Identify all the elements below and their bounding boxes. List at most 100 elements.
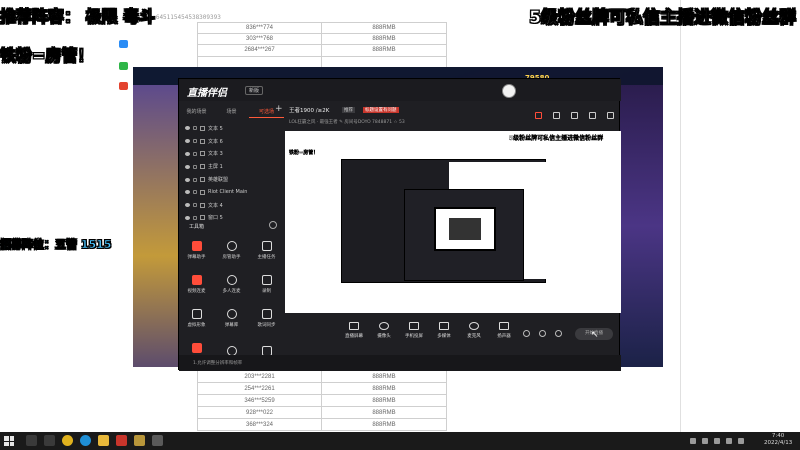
record-icon[interactable]: [523, 330, 530, 337]
app-icon[interactable]: [152, 435, 163, 446]
tool-item[interactable]: 歌词同步: [249, 303, 284, 333]
eye-icon[interactable]: [185, 190, 190, 195]
windows-start-icon[interactable]: [4, 436, 14, 446]
qq-icon[interactable]: [119, 40, 128, 48]
tool-item[interactable]: 虚拟形象: [179, 303, 214, 333]
recommend-tag[interactable]: 推荐: [342, 107, 355, 113]
scene-item[interactable]: Riot Client Main: [179, 186, 284, 199]
lock-icon[interactable]: [193, 215, 197, 220]
lock-icon[interactable]: [193, 203, 197, 208]
volume-icon[interactable]: [726, 438, 732, 444]
streamer-app-icon[interactable]: [116, 435, 127, 446]
tool-label: 多人连麦: [222, 288, 241, 294]
bell-icon[interactable]: [589, 112, 596, 119]
user-avatar[interactable]: [502, 84, 516, 98]
scene-item[interactable]: 文本 5: [179, 122, 284, 135]
microphone-icon: [469, 322, 479, 330]
tool-label: 录制: [262, 288, 271, 294]
edge-icon[interactable]: [80, 435, 91, 446]
tool-item[interactable]: 多人连麦: [214, 269, 249, 299]
toolbox-title: 工具箱: [189, 224, 205, 230]
source-controls: 直播屏幕 摄像头 手机投屏 多媒体 麦克风 扬声器: [341, 322, 517, 339]
wechat-icon[interactable]: [119, 62, 128, 70]
tool-item[interactable]: 主播任务: [249, 235, 284, 265]
add-scene-icon[interactable]: +: [275, 104, 283, 114]
control-phone[interactable]: 手机投屏: [401, 322, 427, 339]
tray-icon[interactable]: [702, 438, 708, 444]
eye-icon[interactable]: [185, 126, 190, 131]
control-label: 扬声器: [497, 334, 511, 339]
table-row: 928***022 888RMB: [197, 406, 447, 419]
scene-item[interactable]: 英雄联盟: [179, 173, 284, 186]
tab-scenes[interactable]: 场景: [214, 106, 249, 118]
search-icon[interactable]: [26, 435, 37, 446]
scene-item[interactable]: 文本 6: [179, 135, 284, 148]
taskbar-clock[interactable]: 7:40 2022/4/13: [764, 433, 792, 447]
layout-icon[interactable]: [539, 330, 546, 337]
eye-icon[interactable]: [185, 164, 190, 169]
lock-icon[interactable]: [193, 126, 197, 131]
title-warning-tag[interactable]: 标题设置有问题: [363, 107, 399, 113]
gift-icon[interactable]: [535, 112, 542, 119]
tool-icon: [191, 240, 202, 251]
prize-cell: [321, 55, 447, 68]
control-media[interactable]: 多媒体: [431, 322, 457, 339]
tool-item[interactable]: 房管助手: [214, 235, 249, 265]
scene-label: 主屏 1: [208, 164, 223, 171]
control-speaker[interactable]: 扬声器: [491, 322, 517, 339]
tool-icon: [226, 274, 237, 285]
control-mic[interactable]: 麦克风: [461, 322, 487, 339]
control-camera[interactable]: 摄像头: [371, 322, 397, 339]
overlay-fans: 铁粉=房管！: [0, 46, 94, 66]
share-icon[interactable]: [571, 112, 578, 119]
user-id-cell: 254***2261: [197, 382, 322, 395]
user-id-cell: 368***324: [197, 418, 322, 431]
eye-icon[interactable]: [185, 203, 190, 208]
scene-label: 文本 3: [208, 151, 223, 158]
eye-icon[interactable]: [185, 139, 190, 144]
overlay-lineup: 推荐阵容： 极限 毒斗: [0, 7, 156, 27]
gear-icon[interactable]: [555, 330, 562, 337]
tool-item[interactable]: 录制: [249, 269, 284, 299]
scene-item[interactable]: 文本 3: [179, 148, 284, 161]
chat-icon[interactable]: [553, 112, 560, 119]
prize-cell: 888RMB: [321, 394, 447, 407]
stream-title[interactable]: 王者1900 /≥2K: [289, 106, 329, 114]
tool-item[interactable]: 弹幕库: [214, 303, 249, 333]
lock-icon[interactable]: [193, 177, 197, 182]
task-view-icon[interactable]: [44, 435, 55, 446]
overlay-fan-group: 5级粉丝牌可私信主播进微信粉丝群: [529, 8, 796, 29]
scene-item[interactable]: 文本 4: [179, 199, 284, 212]
preview-overlay-title: 5级粉丝牌可私信主播进微信粉丝群: [509, 135, 604, 142]
settings-icon[interactable]: [607, 112, 614, 119]
network-icon[interactable]: [714, 438, 720, 444]
screen: ID:645115454538309393 836***774 888RMB 303…: [0, 0, 800, 450]
version-badge[interactable]: 新版: [245, 86, 264, 95]
eye-icon[interactable]: [185, 215, 190, 220]
lock-icon[interactable]: [193, 190, 197, 195]
weibo-icon[interactable]: [119, 82, 128, 90]
scene-item[interactable]: 主屏 1: [179, 160, 284, 173]
tray-icon[interactable]: [690, 438, 696, 444]
toolbox-settings-icon[interactable]: [269, 221, 277, 229]
chrome-icon[interactable]: [62, 435, 73, 446]
tool-item[interactable]: 视频连麦: [179, 269, 214, 299]
url-text[interactable]: ID:645115454538309393: [145, 14, 221, 21]
control-label: 手机投屏: [405, 334, 423, 339]
user-id-cell: 346***5259: [197, 394, 322, 407]
explorer-icon[interactable]: [98, 435, 109, 446]
tool-icon: [261, 308, 272, 319]
control-label: 摄像头: [377, 334, 391, 339]
control-screen[interactable]: 直播屏幕: [341, 322, 367, 339]
lock-icon[interactable]: [193, 151, 197, 156]
eye-icon[interactable]: [185, 151, 190, 156]
lock-icon[interactable]: [193, 139, 197, 144]
eye-icon[interactable]: [185, 177, 190, 182]
browser-right-blank: [680, 0, 800, 432]
ime-icon[interactable]: [738, 438, 744, 444]
lock-icon[interactable]: [193, 164, 197, 169]
tool-label: 虚拟形象: [187, 322, 206, 328]
tool-item[interactable]: 弹幕助手: [179, 235, 214, 265]
lol-icon[interactable]: [134, 435, 145, 446]
tab-my-scenes[interactable]: 我的场景: [179, 106, 214, 118]
